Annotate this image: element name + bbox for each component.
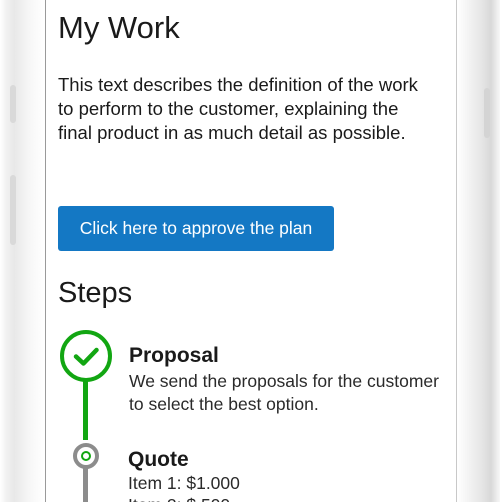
work-description: This text describes the definition of th… [58,74,418,143]
step-title: Proposal [129,344,219,367]
phone-frame-left [0,0,46,502]
phone-volume-down-button [10,175,16,245]
phone-volume-up-button [10,85,16,123]
steps-heading: Steps [58,277,133,309]
phone-frame-right [457,0,500,502]
quote-item-line: Item 2: $ 500 [128,494,230,502]
check-icon [60,330,112,382]
step-title: Quote [128,448,189,471]
current-step-dot-icon [73,443,99,469]
timeline-connector-pending [83,466,88,502]
phone-power-button [484,88,490,138]
quote-item-line: Item 1: $1.000 [128,473,240,493]
phone-screen: My Work This text describes the definiti… [45,0,457,502]
current-step-inner-ring [81,451,91,461]
timeline-connector-completed [83,378,88,440]
approve-plan-button[interactable]: Click here to approve the plan [58,206,334,251]
step-description: We send the proposals for the customer t… [129,371,439,414]
page-title: My Work [58,10,180,45]
